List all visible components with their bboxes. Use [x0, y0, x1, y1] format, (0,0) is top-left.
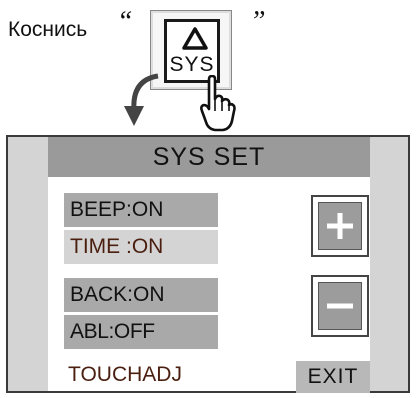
open-quote: “ [117, 6, 133, 37]
plus-icon [327, 213, 353, 239]
sys-set-panel: SYS SET BEEP:ON TIME :ON BACK:ON ABL:OFF… [6, 135, 410, 393]
minus-button-face [318, 282, 362, 330]
menu-item-abl[interactable]: ABL:OFF [64, 315, 218, 349]
pointing-hand-icon [200, 75, 236, 132]
plus-button-face [318, 202, 362, 250]
sys-key-face: SYS [164, 19, 220, 83]
touchadj-item[interactable]: TOUCHADJ [68, 363, 182, 387]
sys-key-label: SYS [169, 53, 215, 76]
menu-item-beep[interactable]: BEEP:ON [64, 193, 218, 227]
instruction-label: Коснись [8, 18, 88, 41]
down-arrow-icon [124, 73, 159, 126]
exit-button[interactable]: EXIT [296, 361, 370, 393]
close-quote: ” [250, 6, 266, 37]
plus-button[interactable] [311, 195, 369, 257]
minus-button[interactable] [311, 275, 369, 337]
menu-item-back[interactable]: BACK:ON [64, 278, 218, 312]
menu-item-time[interactable]: TIME :ON [64, 230, 218, 264]
triangle-up-icon [182, 27, 208, 50]
panel-title: SYS SET [48, 137, 370, 177]
minus-icon [327, 303, 353, 309]
settings-screen: BEEP:ON TIME :ON BACK:ON ABL:OFF TOUCHAD… [48, 177, 370, 393]
